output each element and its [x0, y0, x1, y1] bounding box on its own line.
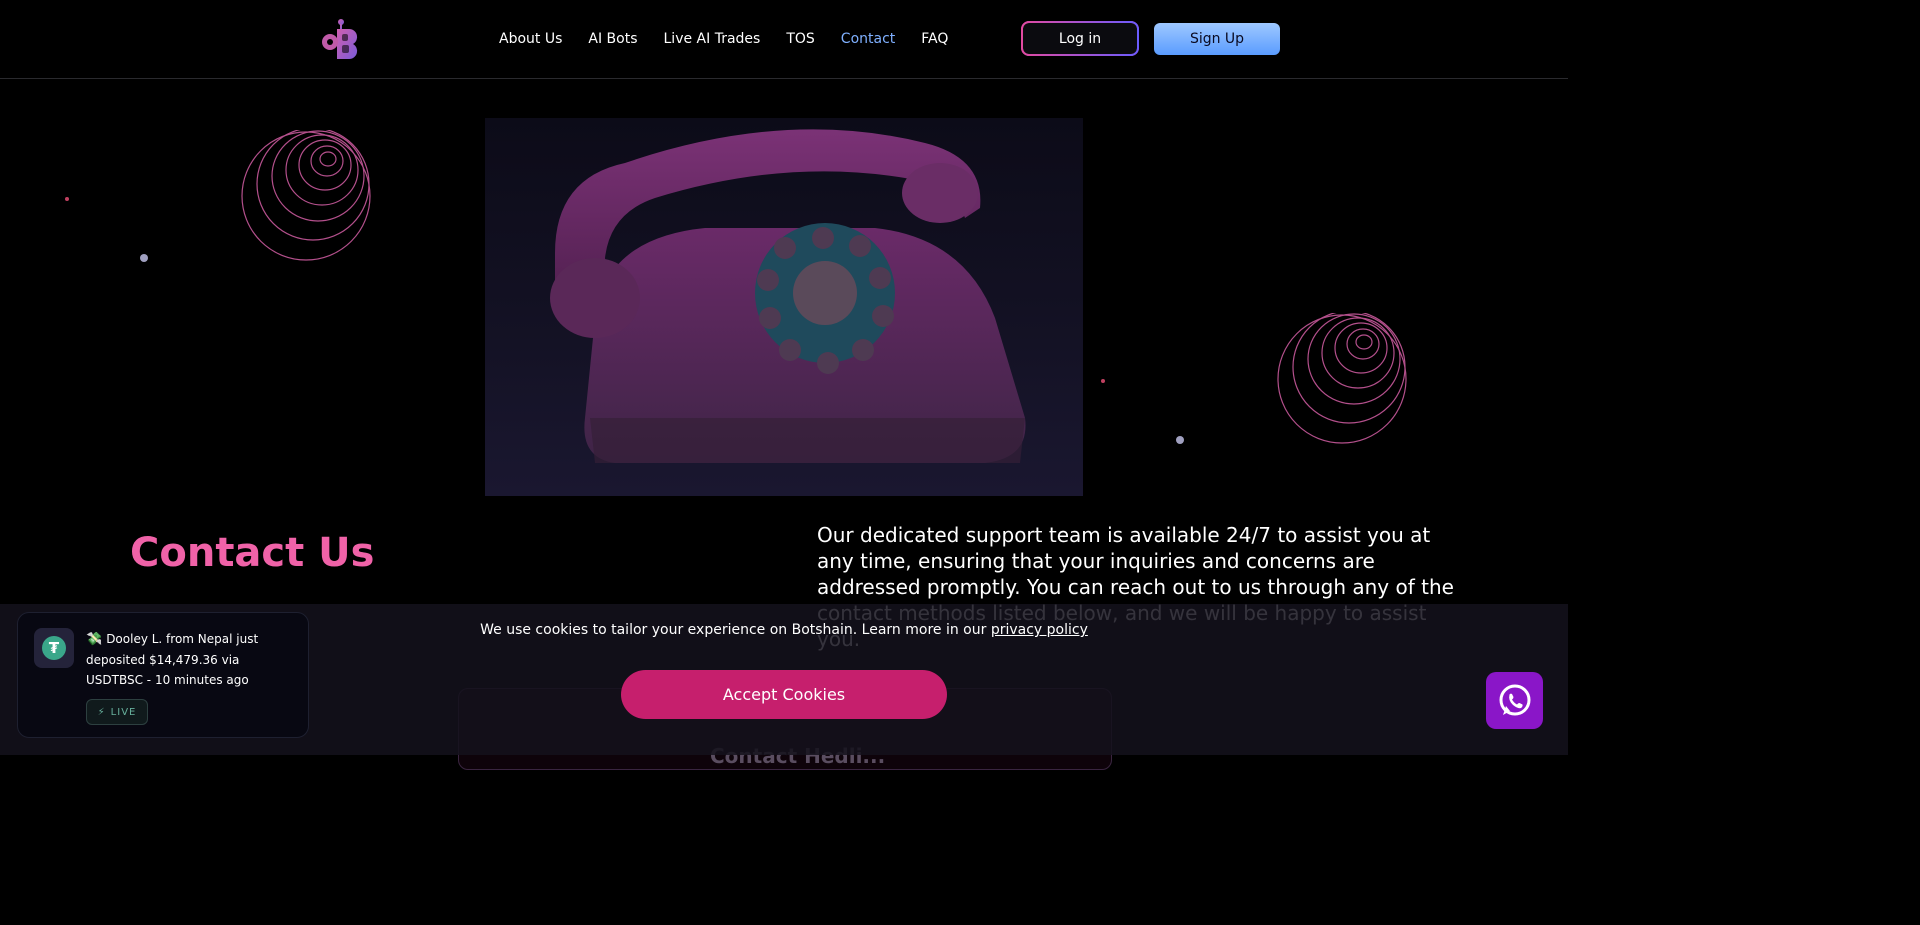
cookie-message: We use cookies to tailor your experience… [480, 622, 991, 638]
money-wings-icon: 💸 [86, 632, 103, 647]
accept-cookies-button[interactable]: Accept Cookies [621, 670, 947, 719]
wireframe-sphere-left [241, 130, 371, 261]
whatsapp-chat-button[interactable] [1486, 672, 1543, 729]
botshain-logo[interactable] [320, 18, 362, 60]
live-badge-label: LIVE [110, 706, 137, 718]
decor-dot [140, 254, 148, 262]
privacy-policy-link[interactable]: privacy policy [991, 622, 1088, 638]
tether-icon: ₮ [42, 636, 66, 660]
login-button[interactable]: Log in [1021, 21, 1139, 56]
telephone-illustration [485, 118, 1083, 496]
main-nav: About Us AI Bots Live AI Trades TOS Cont… [499, 30, 974, 48]
nav-faq[interactable]: FAQ [921, 30, 948, 48]
signup-button[interactable]: Sign Up [1154, 23, 1280, 55]
notification-text: 💸 Dooley L. from Nepal just deposited $14… [86, 629, 298, 690]
telephone-icon [550, 129, 1026, 463]
nav-tos[interactable]: TOS [786, 30, 814, 48]
nav-contact[interactable]: Contact [841, 30, 895, 48]
decor-dot [1176, 436, 1184, 444]
wireframe-sphere-right [1277, 313, 1407, 444]
lightning-icon: ⚡ [97, 706, 106, 718]
decor-dot [65, 197, 69, 201]
nav-live-ai-trades[interactable]: Live AI Trades [664, 30, 761, 48]
deposit-notification: ₮ 💸 Dooley L. from Nepal just deposited $… [17, 612, 309, 738]
nav-ai-bots[interactable]: AI Bots [588, 30, 637, 48]
site-header: About Us AI Bots Live AI Trades TOS Cont… [0, 0, 1568, 79]
tether-icon-wrapper: ₮ [34, 628, 74, 668]
live-badge: ⚡ LIVE [86, 699, 148, 725]
whatsapp-icon [1499, 684, 1530, 715]
nav-about-us[interactable]: About Us [499, 30, 562, 48]
page-title: Contact Us [130, 530, 375, 576]
notification-message: Dooley L. from Nepal just deposited $14,… [86, 632, 259, 687]
decor-dot [1101, 379, 1105, 383]
